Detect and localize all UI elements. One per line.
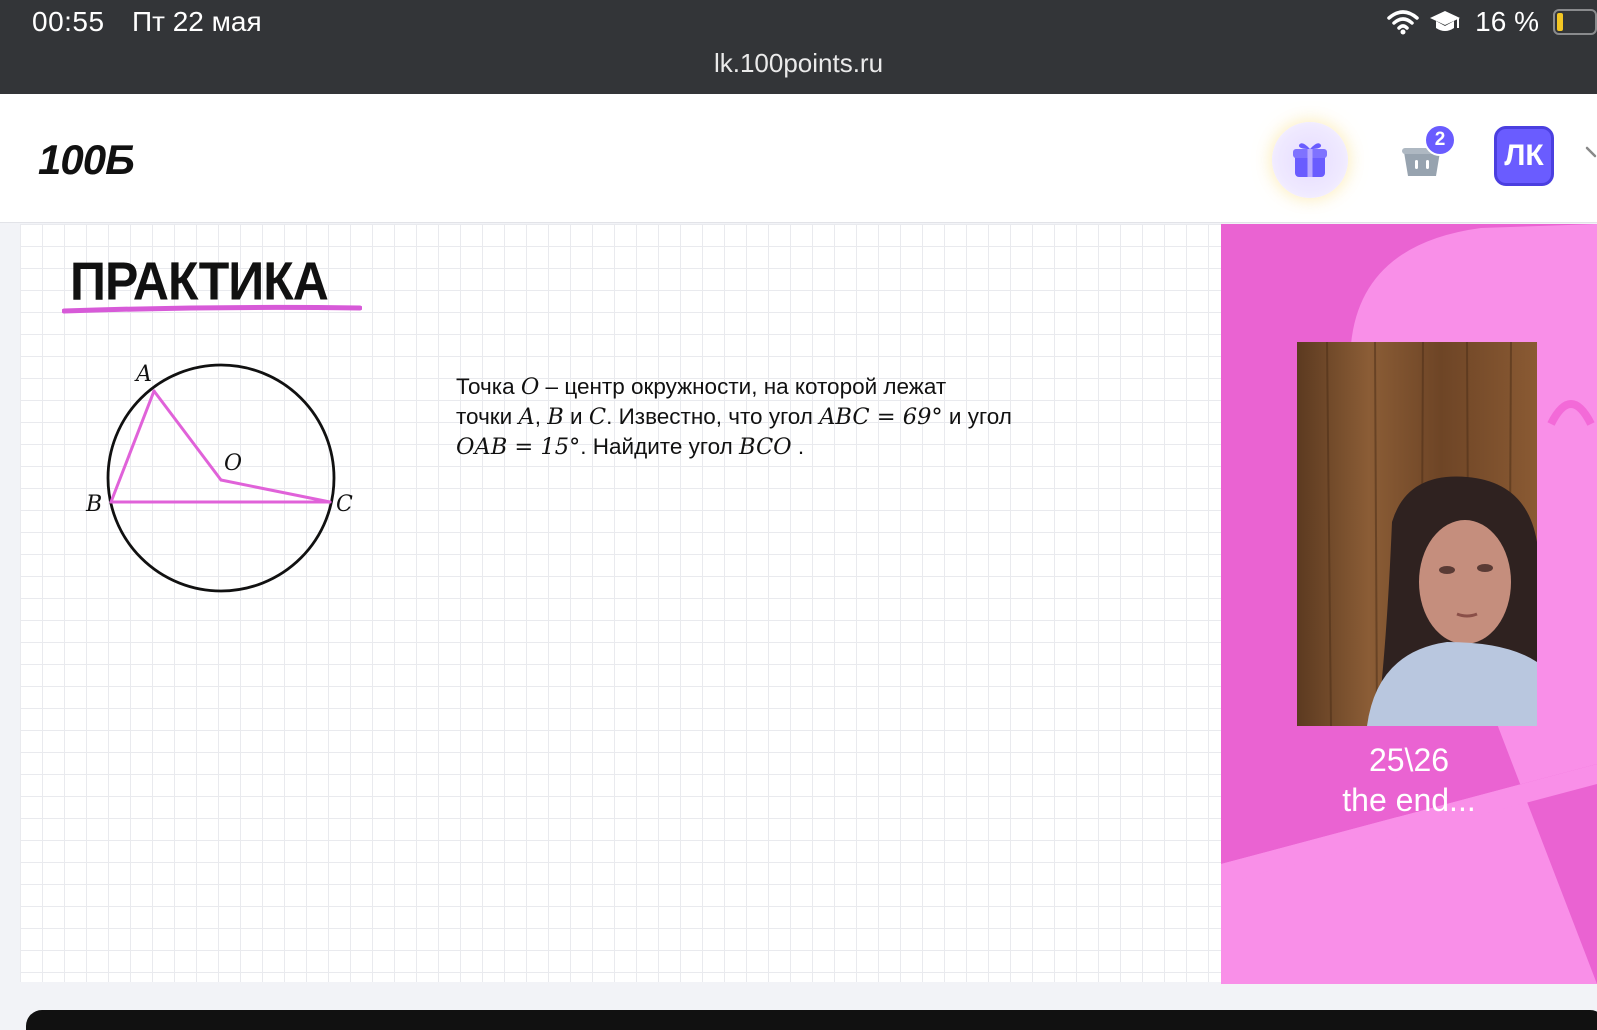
wifi-icon — [1387, 10, 1419, 35]
webcam-video[interactable] — [1297, 342, 1537, 726]
title-underline — [62, 304, 362, 314]
battery-icon — [1553, 9, 1597, 35]
status-indicators: 16 % — [1387, 4, 1597, 40]
slide-counter: 25\26 — [1368, 742, 1450, 778]
bottom-panel-edge — [26, 1010, 1597, 1030]
problem-line-3: OAB = 15°. Найдите угол BCO . — [456, 434, 805, 460]
status-bar: 00:55 Пт 22 мая 16 % lk.100points.ru — [0, 0, 1597, 94]
slide-caption: the end... — [1342, 782, 1476, 818]
chevron-right-icon[interactable] — [1584, 144, 1597, 164]
geometry-figure: A B C O — [85, 362, 353, 593]
segment-ao — [152, 389, 223, 482]
profile-button[interactable]: ЛК — [1494, 126, 1554, 186]
gift-button[interactable] — [1272, 122, 1348, 198]
cart-count-badge: 2 — [1424, 124, 1456, 156]
point-label-a: A — [134, 362, 152, 387]
problem-line-1: Точка O – центр окружности, на которой л… — [456, 374, 947, 400]
graduation-cap-icon — [1430, 11, 1461, 31]
address-bar-url[interactable]: lk.100points.ru — [0, 48, 1597, 79]
teacher-panel: 25\26 the end... — [1221, 224, 1597, 984]
battery-percent: 16 % — [1475, 6, 1539, 37]
webcam-feed-image — [1297, 342, 1537, 726]
app-header: 100Б 2 ЛК — [0, 94, 1597, 223]
status-time: 00:55 — [32, 6, 105, 37]
segment-oc — [219, 478, 332, 504]
problem-text: Точка O – центр окружности, на которой л… — [456, 372, 1056, 462]
point-label-c: C — [336, 492, 353, 517]
lesson-slide: ПРАКТИКА A B C O Точка O – центр окружно… — [20, 224, 1221, 982]
point-label-b: B — [85, 492, 102, 517]
status-date: Пт 22 мая — [132, 6, 262, 37]
problem-line-2: точки A, B и C. Известно, что угол ABC =… — [456, 404, 1012, 430]
point-label-o: O — [224, 451, 242, 476]
site-logo[interactable]: 100Б — [38, 136, 135, 184]
gift-icon — [1293, 143, 1327, 177]
